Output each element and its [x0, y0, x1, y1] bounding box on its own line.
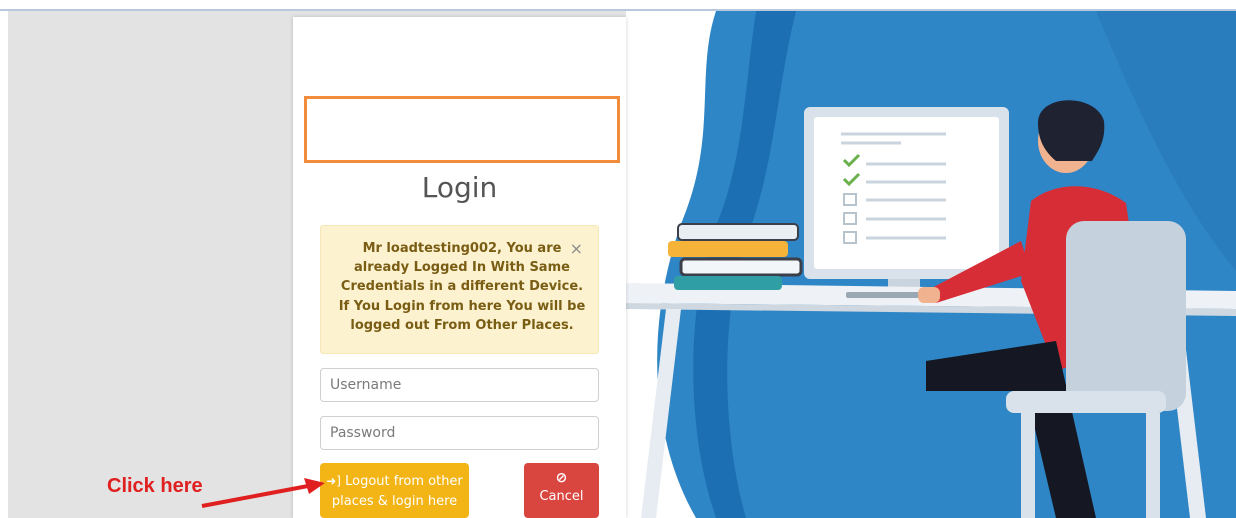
logo-placeholder — [304, 96, 620, 163]
hero-illustration — [626, 11, 1236, 518]
click-here-annotation: Click here — [107, 475, 203, 497]
logout-button-label: Logout from other places & login here — [331, 474, 463, 509]
alert-message: Mr loadtesting002, You are already Logge… — [338, 241, 586, 333]
username-input[interactable] — [320, 368, 599, 402]
hero-svg — [626, 11, 1236, 518]
page: Login Mr loadtesting002, You are already… — [0, 0, 1236, 518]
cancel-button[interactable]: ⊘ Cancel — [524, 463, 599, 518]
red-arrow-icon — [201, 478, 325, 508]
login-card: Login Mr loadtesting002, You are already… — [293, 17, 626, 518]
already-logged-in-alert: Mr loadtesting002, You are already Logge… — [320, 225, 599, 354]
cancel-button-label: Cancel — [539, 489, 584, 504]
logout-other-places-button[interactable]: ➜] Logout from other places & login here — [320, 463, 469, 518]
ban-icon: ⊘ — [555, 470, 568, 486]
password-input[interactable] — [320, 416, 599, 450]
close-icon[interactable]: × — [570, 241, 583, 257]
login-title: Login — [421, 171, 498, 204]
